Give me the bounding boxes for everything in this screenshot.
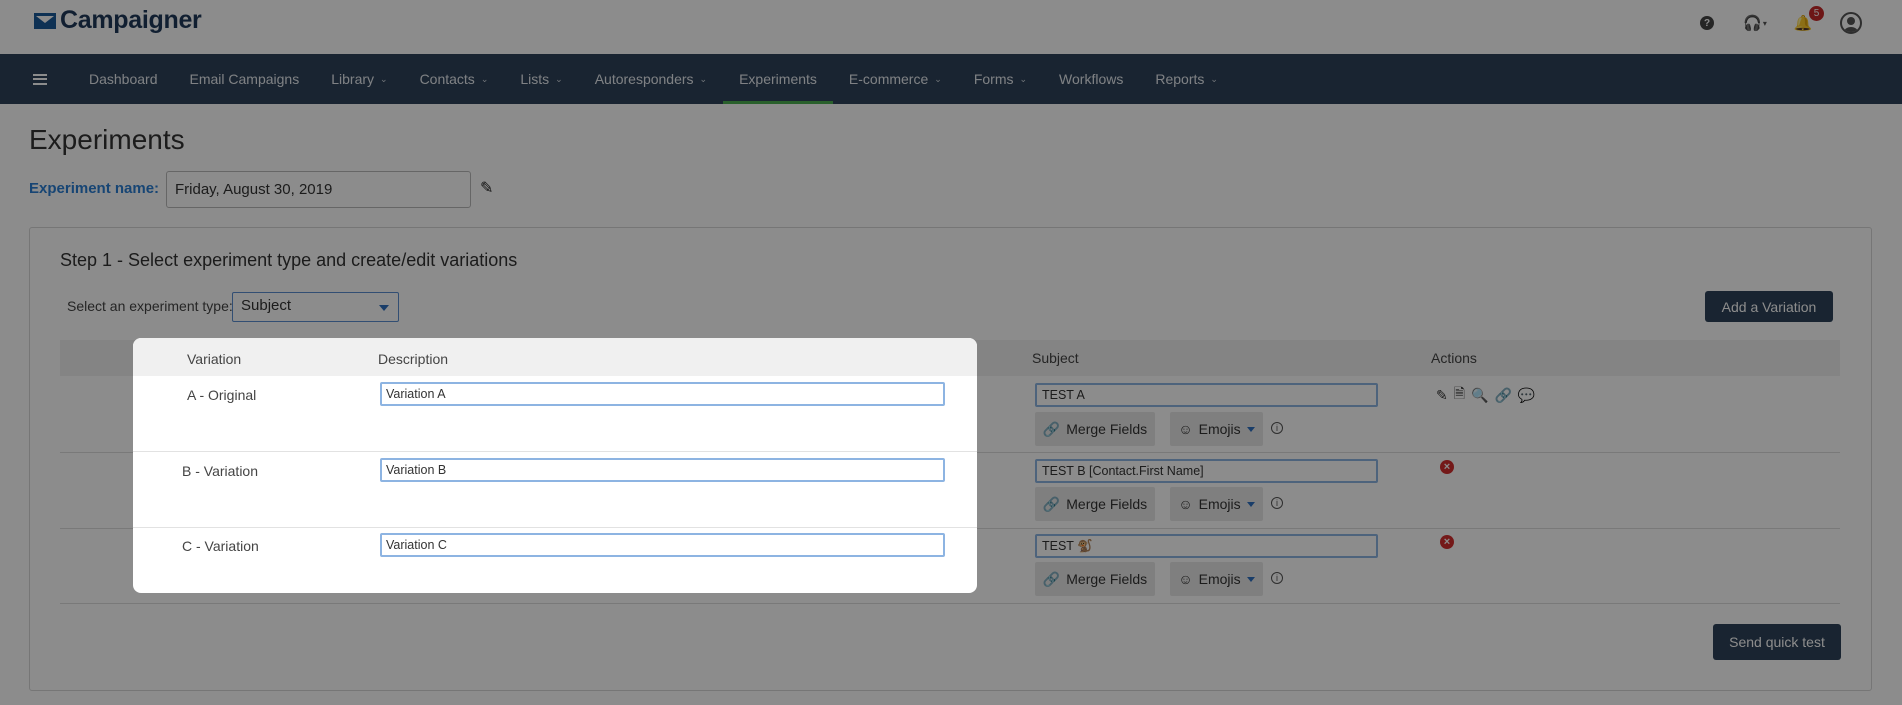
row-divider [133, 451, 977, 452]
description-input-b[interactable] [380, 458, 945, 482]
variation-label-c: C - Variation [182, 538, 259, 554]
variation-label-a: A - Original [187, 387, 257, 403]
highlighted-variations: Variation Description A - Original B - V… [133, 338, 977, 593]
row-divider [133, 527, 977, 528]
col-variation: Variation [187, 351, 242, 367]
description-input-c[interactable] [380, 533, 945, 557]
description-input-a[interactable] [380, 382, 945, 406]
variation-label-b: B - Variation [182, 463, 258, 479]
table-header: Variation Description [133, 338, 977, 376]
col-description: Description [378, 351, 449, 367]
